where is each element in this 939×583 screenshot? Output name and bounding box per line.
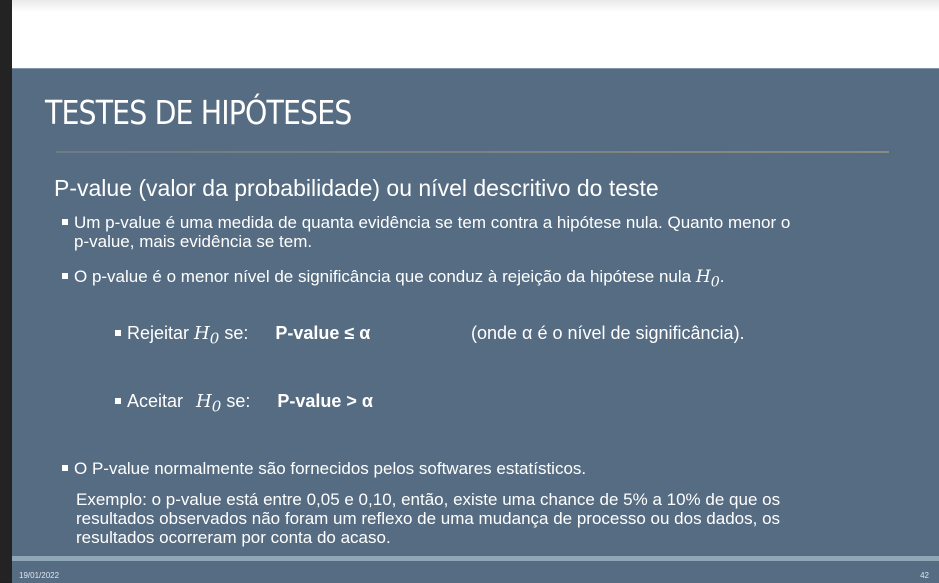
title-divider <box>56 151 889 153</box>
window-edge <box>0 0 12 582</box>
bullet-2: O p-value é o menor nível de significânc… <box>62 267 724 292</box>
accept-rule: Aceitar H0 se: P-value > α <box>115 392 373 417</box>
slide-title: TESTES DE HIPÓTESES <box>45 93 352 132</box>
slide-date: 19/01/2022 <box>19 571 60 580</box>
bullet-square-icon <box>62 465 68 471</box>
bullet-square-icon <box>62 273 68 279</box>
slide: TESTES DE HIPÓTESES P-value (valor da pr… <box>12 68 939 583</box>
slide-top-margin <box>12 0 939 68</box>
slide-subtitle: P-value (valor da probabilidade) ou níve… <box>54 175 659 201</box>
footer-band <box>12 556 939 561</box>
bullet-1: Um p-value é uma medida de quanta evidên… <box>62 213 790 251</box>
example-text: Exemplo: o p-value está entre 0,05 e 0,1… <box>76 490 781 547</box>
slide-number: 42 <box>920 571 929 580</box>
reject-rule: Rejeitar H0 se: P-value ≤ α (onde α é o … <box>115 324 745 349</box>
bullet-square-icon <box>62 219 68 225</box>
bullet-square-icon <box>115 330 121 336</box>
bullet-3: O P-value normalmente são fornecidos pel… <box>62 459 586 478</box>
bullet-square-icon <box>115 398 121 404</box>
